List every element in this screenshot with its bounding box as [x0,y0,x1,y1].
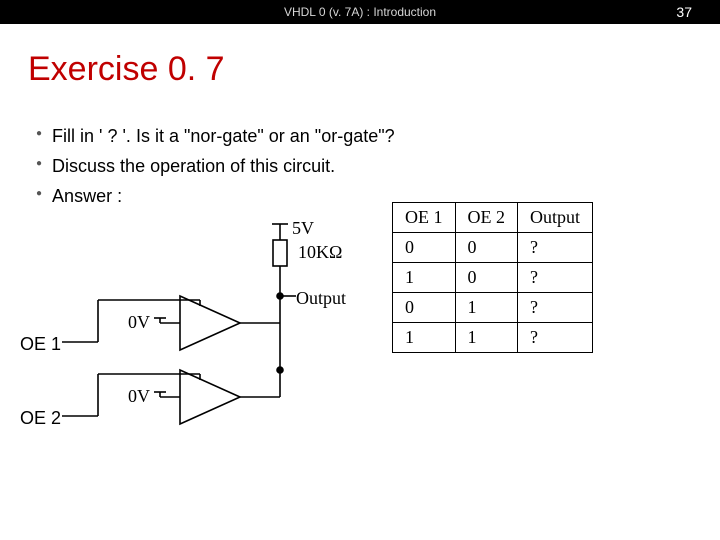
table-row: 1 0 ? [393,263,593,293]
cell: 1 [393,323,456,353]
th-oe1: OE 1 [393,203,456,233]
cell: ? [518,233,593,263]
table-header-row: OE 1 OE 2 Output [393,203,593,233]
cell: 0 [393,293,456,323]
bullet-dot-icon: ● [36,123,42,145]
truth-table: OE 1 OE 2 Output 0 0 ? 1 0 ? 0 1 ? 1 1 ? [392,202,593,353]
header-page-number: 37 [676,0,692,24]
header-title: VHDL 0 (v. 7A) : Introduction [0,0,720,24]
cell: 0 [455,263,518,293]
cell: ? [518,263,593,293]
cell: ? [518,323,593,353]
bullet-item: ● Fill in ' ? '. Is it a "nor-gate" or a… [36,123,720,151]
cell: 1 [393,263,456,293]
cell: ? [518,293,593,323]
slide-content: 5V 10KΩ Output OE 1 OE 2 0V 0V [0,200,720,540]
tristate-buffer-2 [62,370,280,424]
circuit-diagram [0,200,400,450]
slide-header: VHDL 0 (v. 7A) : Introduction 37 [0,0,720,24]
slide-title: Exercise 0. 7 [28,50,720,89]
bullet-list: ● Fill in ' ? '. Is it a "nor-gate" or a… [36,123,720,211]
cell: 1 [455,293,518,323]
bullet-text: Fill in ' ? '. Is it a "nor-gate" or an … [52,123,395,151]
tristate-buffer-1 [62,296,280,350]
table-row: 1 1 ? [393,323,593,353]
cell: 0 [455,233,518,263]
bullet-item: ● Discuss the operation of this circuit. [36,153,720,181]
table-row: 0 0 ? [393,233,593,263]
bullet-text: Discuss the operation of this circuit. [52,153,335,181]
th-output: Output [518,203,593,233]
cell: 1 [455,323,518,353]
table-row: 0 1 ? [393,293,593,323]
cell: 0 [393,233,456,263]
bullet-dot-icon: ● [36,153,42,175]
th-oe2: OE 2 [455,203,518,233]
